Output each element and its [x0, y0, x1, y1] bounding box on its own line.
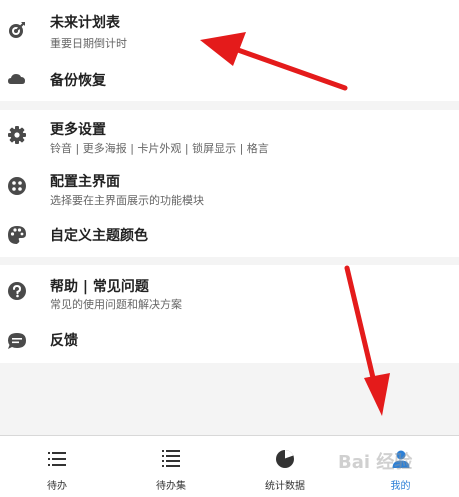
person-icon [389, 447, 413, 471]
tab-mine[interactable]: 我的 [342, 436, 459, 497]
bottom-tab-bar: 待办 待办集 统计数据 我的 [0, 435, 459, 497]
menu-item-more-settings[interactable]: 更多设置 铃音 | 更多海报 | 卡片外观 | 锁屏显示 | 格言 [0, 110, 459, 160]
list-collection-icon [159, 447, 183, 471]
tab-todo[interactable]: 待办 [0, 436, 114, 497]
menu-group-1: 未来计划表 重要日期倒计时 备份恢复 [0, 0, 459, 101]
menu-item-title: 反馈 [50, 333, 78, 349]
settings-screen: 未来计划表 重要日期倒计时 备份恢复 更多设置 铃音 | 更多海报 | 卡片外观… [0, 0, 459, 497]
menu-item-subtitle: 选择要在主界面展示的功能模块 [50, 194, 204, 207]
tab-label: 统计数据 [265, 481, 305, 492]
menu-group-2: 更多设置 铃音 | 更多海报 | 卡片外观 | 锁屏显示 | 格言 配置主界面 … [0, 110, 459, 257]
menu-item-subtitle: 常见的使用问题和解决方案 [50, 298, 182, 311]
target-icon [7, 20, 27, 40]
tab-todo-collection[interactable]: 待办集 [114, 436, 228, 497]
grid-icon [7, 176, 27, 196]
cloud-icon [7, 69, 27, 89]
menu-item-title: 更多设置 [50, 122, 106, 138]
list-icon [45, 447, 69, 471]
tab-statistics[interactable]: 统计数据 [228, 436, 342, 497]
menu-item-subtitle: 重要日期倒计时 [50, 37, 127, 50]
palette-icon [7, 225, 27, 245]
help-icon [7, 281, 27, 301]
menu-item-title: 未来计划表 [50, 15, 120, 31]
menu-item-title: 自定义主题颜色 [50, 228, 148, 244]
arrow-head-mine-tab [364, 373, 390, 416]
menu-group-3: 帮助 | 常见问题 常见的使用问题和解决方案 反馈 [0, 265, 459, 363]
gear-icon [7, 125, 27, 145]
menu-item-backup-restore[interactable]: 备份恢复 [0, 58, 459, 101]
menu-item-custom-theme-color[interactable]: 自定义主题颜色 [0, 212, 459, 257]
menu-item-help-faq[interactable]: 帮助 | 常见问题 常见的使用问题和解决方案 [0, 265, 459, 317]
menu-item-title: 备份恢复 [50, 73, 106, 89]
menu-item-subtitle: 铃音 | 更多海报 | 卡片外观 | 锁屏显示 | 格言 [50, 142, 269, 155]
tab-label: 我的 [390, 481, 411, 492]
menu-item-title: 帮助 | 常见问题 [50, 279, 149, 295]
menu-item-feedback[interactable]: 反馈 [0, 317, 459, 363]
menu-item-future-plan[interactable]: 未来计划表 重要日期倒计时 [0, 0, 459, 58]
tab-label: 待办 [47, 481, 67, 492]
tab-label: 待办集 [156, 481, 186, 492]
menu-item-title: 配置主界面 [50, 174, 120, 190]
chat-icon [7, 331, 27, 351]
pie-chart-icon [273, 447, 297, 471]
menu-item-configure-main-screen[interactable]: 配置主界面 选择要在主界面展示的功能模块 [0, 160, 459, 212]
